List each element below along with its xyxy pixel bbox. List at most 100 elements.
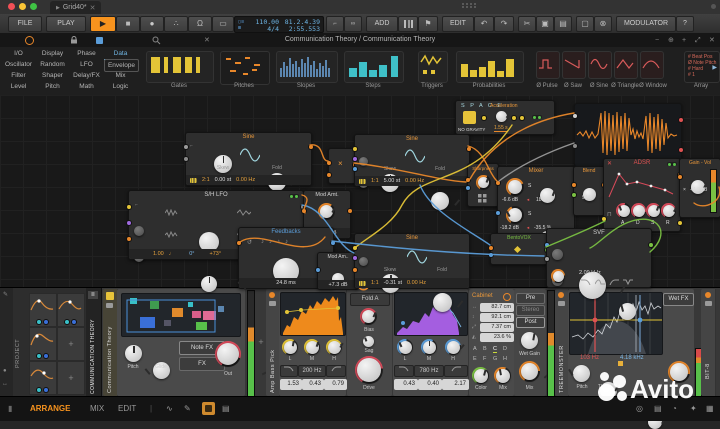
add-modulator-button[interactable]: + [57, 361, 85, 395]
drive-knob[interactable] [357, 358, 381, 382]
edit-tab[interactable]: EDIT [118, 404, 136, 413]
svf-keytrack-knob[interactable] [553, 271, 564, 282]
amp-high-value[interactable]: 0.79 [324, 379, 347, 390]
amp-low-slope-select[interactable] [280, 365, 298, 377]
cab-letter-b[interactable]: B [483, 346, 487, 352]
mixer-view-button[interactable] [398, 16, 418, 32]
device-power-icon[interactable] [25, 36, 34, 45]
menu-shaper[interactable]: Shaper [36, 70, 69, 81]
sine2-semitones[interactable]: 5.00 st [384, 178, 401, 184]
delete-button[interactable]: ⊗ [594, 16, 612, 32]
sine2-mod-knob1[interactable] [359, 157, 368, 166]
adsr-envelope-display[interactable] [607, 169, 677, 201]
palette-window[interactable] [640, 51, 664, 79]
amp-mid-value[interactable]: 0.43 [302, 379, 324, 390]
palette-saw[interactable] [562, 51, 586, 79]
highpass-icon[interactable] [609, 279, 619, 285]
modamt2-title[interactable]: Mod Am.. [318, 253, 358, 262]
sharpness-title[interactable]: Sharpness [468, 164, 498, 173]
sine3-fold-knob[interactable] [433, 293, 452, 312]
maximize-traffic-light[interactable] [30, 3, 37, 10]
module-sine-2[interactable]: Sine Skew Fold 1:1 5.00 st 0.00 Hz [354, 134, 470, 187]
amp-crossover-select[interactable]: 200 Hz [298, 365, 326, 377]
space-display[interactable] [463, 111, 476, 124]
amp-high-slope-select[interactable] [326, 365, 346, 377]
grid-pitch-knob[interactable] [125, 345, 142, 362]
sine3-title[interactable]: Sine [355, 234, 469, 243]
post-button[interactable]: Post [516, 317, 545, 328]
song-time[interactable]: 2:55.553 [281, 25, 320, 33]
fold-mode-select[interactable]: Fold A [350, 293, 390, 306]
device-power-icon[interactable] [269, 292, 275, 298]
mixer-ch1-pan[interactable]: 18.0 % [536, 197, 552, 203]
preset-folder-icon[interactable] [558, 301, 565, 306]
device-power-icon[interactable] [106, 292, 114, 300]
posteq-low-value[interactable]: 0.43 [394, 379, 418, 390]
amp-spectrum-display[interactable] [280, 292, 346, 336]
cab-letter-a[interactable]: A [473, 346, 477, 352]
minimize-traffic-light[interactable] [19, 3, 26, 10]
search-clear-icon[interactable]: ✕ [204, 36, 210, 45]
sine2-title[interactable]: Sine [355, 135, 469, 144]
amp-mid-knob[interactable] [306, 341, 319, 354]
shlfo-title[interactable]: S/H LFO [129, 191, 303, 200]
svf-cutoff-value[interactable]: 2.09 kHz [579, 270, 601, 276]
gain-title[interactable]: Gain - Vol [680, 159, 720, 168]
sine1-freq[interactable]: 0.00 Hz [236, 177, 255, 183]
amp-high-knob[interactable] [328, 341, 341, 354]
menu-filter[interactable]: Filter [2, 70, 35, 81]
diamond-port[interactable] [514, 246, 521, 253]
transport-display[interactable]: ▢≡ ⊞ 110.00 4/4 81.2.4.39 2:55.553 [234, 16, 324, 33]
treemonster-strip[interactable]: TREEMONSTER [555, 289, 569, 396]
palette-gates[interactable] [146, 51, 214, 83]
mixer-solo1[interactable]: S [528, 183, 531, 189]
grid-canvas[interactable]: S P A C E NO GRAVITY Acceleration 1.55 s… [0, 95, 720, 287]
grid-minimap[interactable] [121, 293, 241, 337]
palette-steps[interactable] [344, 51, 404, 83]
adsr-decay-knob[interactable] [633, 205, 645, 217]
loop-button[interactable]: ∞ [344, 16, 362, 32]
device-power-icon[interactable] [705, 292, 711, 298]
cab-letter-h[interactable]: H [503, 356, 507, 362]
record-button[interactable]: ● [140, 16, 164, 32]
track-menu-icon[interactable]: ≣ [88, 291, 98, 299]
modulator-cell[interactable] [29, 293, 57, 327]
expand-icon[interactable]: ↔ [2, 381, 8, 387]
edit-button[interactable]: EDIT [442, 16, 474, 32]
project-tab[interactable]: ▶ Grid40* ✕ [50, 1, 101, 14]
palette-triggers[interactable] [418, 51, 448, 83]
menu-display[interactable]: Display [36, 48, 69, 59]
paste-button[interactable]: ▤ [554, 16, 572, 32]
modulator-cell[interactable] [57, 293, 85, 327]
add-device-button[interactable]: + [256, 338, 266, 348]
amp-low-value[interactable]: 1.53 [280, 379, 302, 390]
mixer-title[interactable]: Mixer [498, 167, 574, 176]
pre-button[interactable]: Pre [516, 293, 545, 304]
cab-mix-knob[interactable] [496, 369, 510, 383]
palette-pulse[interactable] [536, 51, 560, 79]
sine3-freq[interactable]: 0.00 Hz [407, 280, 426, 286]
shlfo-shift[interactable]: +73° [209, 251, 221, 257]
sharpness-knob[interactable] [478, 177, 489, 188]
module-bentovox[interactable]: BentoVOX [490, 233, 548, 265]
mixer-gain1-knob[interactable] [508, 180, 522, 194]
dashboard-grid-icon[interactable] [462, 3, 477, 8]
posteq-mid-knob[interactable] [423, 341, 436, 354]
module-adsr[interactable]: ADSR ✕ ⊓ A D S R [603, 158, 681, 232]
adsr-toggle[interactable] [667, 162, 677, 166]
device-power-icon[interactable] [558, 292, 564, 298]
cab-letter-f[interactable]: F [483, 356, 486, 362]
adsr-attack-knob[interactable] [618, 205, 630, 217]
menu-mix[interactable]: Mix [104, 70, 137, 81]
module-space[interactable]: S P A C E NO GRAVITY Acceleration 1.55 s [455, 100, 555, 135]
grid-out-knob[interactable] [217, 343, 239, 365]
lowpass-icon[interactable] [581, 279, 591, 285]
blend-value[interactable]: 94.6 [582, 195, 592, 201]
wet-fx-button[interactable]: Wet FX [663, 293, 694, 306]
sine3-ratio[interactable]: 1:1 [371, 280, 379, 286]
monitor-button[interactable]: ▭ [212, 16, 234, 32]
palette-triangle[interactable] [614, 51, 638, 79]
menu-level[interactable]: Level [2, 81, 35, 92]
modulator-cell[interactable] [29, 327, 57, 361]
shlfo-rate[interactable]: 1.00 [153, 251, 164, 257]
